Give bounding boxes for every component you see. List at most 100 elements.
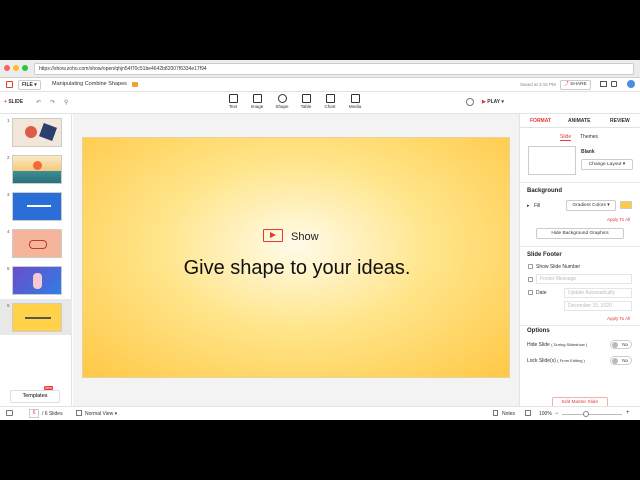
slide-thumbnail[interactable] bbox=[12, 266, 62, 295]
slide-panel: 1 2 3 4 5 6 Templates New bbox=[0, 114, 72, 420]
view-dropdown[interactable]: Normal View ▾ bbox=[85, 411, 117, 417]
share-button[interactable]: ⤴ SHARE bbox=[560, 80, 591, 90]
page-number-input[interactable]: 6 bbox=[29, 409, 39, 418]
slide[interactable]: Show Give shape to your ideas. bbox=[82, 137, 510, 378]
add-slide-button[interactable]: + SLIDE bbox=[4, 99, 23, 105]
saved-status: Saved at 3:16 PM bbox=[520, 82, 556, 87]
chart-icon bbox=[325, 94, 335, 103]
timer-icon[interactable] bbox=[466, 98, 474, 106]
chat-icon[interactable] bbox=[6, 410, 13, 416]
insert-table-button[interactable]: Table bbox=[296, 94, 316, 109]
zoom-slider[interactable] bbox=[562, 414, 622, 415]
subtab-slide[interactable]: Slide bbox=[560, 134, 572, 141]
background-heading: Background bbox=[527, 188, 563, 194]
tab-format[interactable]: FORMAT bbox=[530, 118, 551, 124]
menubar: FILE ▾ Manipulating Combine Shapes Saved… bbox=[0, 78, 640, 92]
mail-icon[interactable] bbox=[600, 81, 607, 87]
notes-icon[interactable] bbox=[493, 410, 498, 416]
date-format-dropdown[interactable]: December 15, 2020 bbox=[564, 301, 632, 311]
slide-headline: Give shape to your ideas. bbox=[183, 257, 411, 279]
normal-view-icon[interactable] bbox=[76, 410, 82, 416]
hide-slide-toggle[interactable]: No bbox=[610, 340, 632, 349]
slide-thumbnail[interactable] bbox=[12, 192, 62, 221]
footer-apply-all-link[interactable]: Apply To All bbox=[607, 316, 630, 321]
app-logo-icon[interactable] bbox=[6, 81, 13, 88]
date-checkbox[interactable] bbox=[528, 290, 533, 295]
thumb-shape bbox=[33, 161, 42, 170]
divider bbox=[520, 182, 640, 183]
divider bbox=[520, 325, 640, 326]
lock-slide-toggle[interactable]: No bbox=[610, 356, 632, 365]
zoom-out-icon[interactable]: − bbox=[555, 411, 559, 417]
change-layout-dropdown[interactable]: Change Layout ▾ bbox=[581, 159, 633, 170]
lock-slide-label: Lock Slide(s) ( From Editing ) bbox=[527, 358, 585, 364]
templates-button[interactable]: Templates bbox=[10, 390, 60, 403]
apply-all-link[interactable]: Apply To All bbox=[607, 217, 630, 222]
fill-color-swatch[interactable] bbox=[620, 201, 632, 209]
show-number-label: Show Slide Number bbox=[536, 264, 581, 270]
footer-message-checkbox[interactable] bbox=[528, 277, 533, 282]
fit-slide-icon[interactable] bbox=[525, 410, 531, 416]
slide-number: 1 bbox=[7, 118, 10, 123]
document-title[interactable]: Manipulating Combine Shapes bbox=[52, 81, 127, 87]
slide-canvas: Show Give shape to your ideas. bbox=[73, 114, 519, 412]
footer-message-input[interactable]: Footer Message bbox=[536, 274, 632, 284]
table-icon bbox=[301, 94, 311, 103]
tab-review[interactable]: REVIEW bbox=[610, 118, 630, 124]
avatar[interactable] bbox=[627, 80, 635, 88]
slide-thumbnail[interactable] bbox=[12, 229, 62, 258]
apps-icon[interactable] bbox=[611, 81, 617, 87]
fill-expand-icon[interactable]: ▸ bbox=[527, 203, 530, 209]
slide-number: 2 bbox=[7, 155, 10, 160]
maximize-icon[interactable] bbox=[22, 65, 28, 71]
play-button[interactable]: ▶ PLAY ▾ bbox=[482, 99, 504, 105]
redo-icon[interactable]: ↷ bbox=[50, 99, 55, 106]
file-menu[interactable]: FILE ▾ bbox=[18, 80, 41, 90]
paint-format-icon[interactable]: ⚲ bbox=[64, 99, 68, 106]
insert-shape-button[interactable]: Shape bbox=[272, 94, 292, 109]
thumb-shape bbox=[25, 126, 37, 138]
subtab-themes[interactable]: Themes bbox=[580, 134, 598, 140]
options-heading: Options bbox=[527, 328, 550, 334]
zoom-slider-handle[interactable] bbox=[583, 411, 589, 417]
insert-image-button[interactable]: Image bbox=[247, 94, 267, 109]
close-icon[interactable] bbox=[4, 65, 10, 71]
fill-dropdown[interactable]: Gradient Colors ▾ bbox=[566, 200, 616, 211]
divider bbox=[520, 246, 640, 247]
zoom-in-icon[interactable]: + bbox=[626, 410, 630, 416]
tab-animate[interactable]: ANIMATE bbox=[568, 118, 590, 124]
show-number-checkbox[interactable] bbox=[528, 264, 533, 269]
slide-thumbnail[interactable] bbox=[12, 303, 62, 332]
toolbar: + SLIDE ↶ ↷ ⚲ Text Image Shape Table Cha… bbox=[0, 92, 640, 114]
panel-tabs: FORMAT ANIMATE REVIEW bbox=[520, 114, 640, 128]
date-label: Date bbox=[536, 290, 547, 296]
new-badge: New bbox=[44, 386, 54, 390]
hide-background-button[interactable]: Hide Background Graphics bbox=[536, 228, 624, 239]
slide-thumbnail[interactable] bbox=[12, 155, 62, 184]
status-bar: 6 / 6 Slides Normal View ▾ Notes 100% − … bbox=[0, 406, 640, 420]
slide-number: 6 bbox=[7, 303, 10, 308]
window-controls bbox=[4, 65, 28, 71]
layout-preview[interactable] bbox=[528, 146, 576, 175]
insert-media-button[interactable]: Media bbox=[345, 94, 365, 109]
minimize-icon[interactable] bbox=[13, 65, 19, 71]
brand-text: Show bbox=[291, 231, 319, 243]
folder-icon[interactable] bbox=[132, 82, 138, 87]
notes-button[interactable]: Notes bbox=[502, 411, 515, 417]
thumb-shape bbox=[29, 240, 47, 249]
thumb-shape bbox=[27, 205, 51, 207]
text-icon bbox=[228, 94, 238, 103]
thumb-shape bbox=[25, 317, 51, 319]
play-icon: ▶ bbox=[482, 99, 486, 105]
zoom-level: 100% bbox=[539, 411, 552, 417]
share-icon: ⤴ bbox=[564, 82, 569, 87]
format-panel: FORMAT ANIMATE REVIEW Slide Themes Blank… bbox=[519, 114, 640, 412]
insert-text-button[interactable]: Text bbox=[223, 94, 243, 109]
insert-chart-button[interactable]: Chart bbox=[320, 94, 340, 109]
fill-label: Fill bbox=[534, 203, 541, 209]
date-mode-dropdown[interactable]: Update Automatically bbox=[564, 288, 632, 298]
address-bar[interactable]: https://show.zoho.com/show/open/qhjn54f7… bbox=[34, 63, 634, 75]
slide-thumbnail[interactable] bbox=[12, 118, 62, 147]
thumb-shape bbox=[39, 123, 57, 141]
undo-icon[interactable]: ↶ bbox=[36, 99, 41, 106]
